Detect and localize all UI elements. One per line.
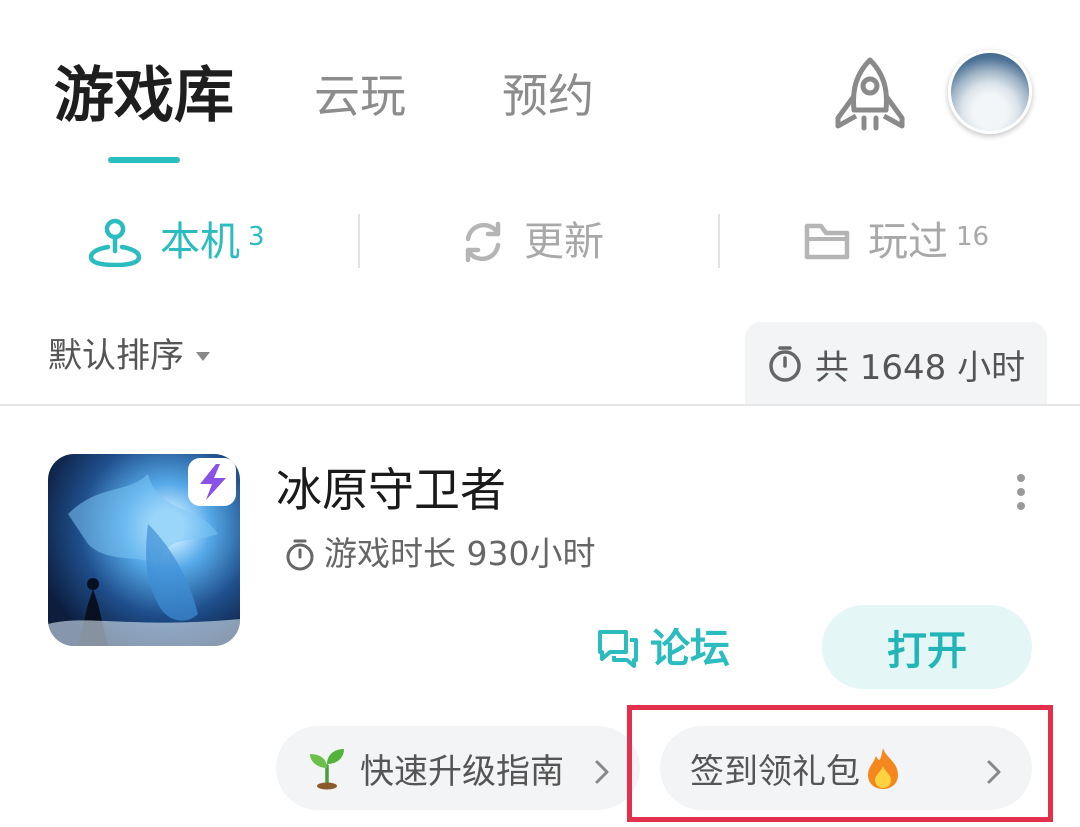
caret-down-icon <box>196 351 210 361</box>
forum-label: 论坛 <box>650 626 730 672</box>
game-icon[interactable] <box>48 454 240 646</box>
open-game-button[interactable]: 打开 <box>822 605 1032 689</box>
folder-icon <box>804 221 850 263</box>
divider <box>718 214 720 268</box>
chat-bubbles-icon <box>596 628 640 670</box>
filter-local[interactable]: 本机 3 <box>88 214 265 270</box>
chevron-right-icon <box>594 754 610 794</box>
refresh-icon <box>460 219 506 265</box>
total-playtime-label: 共 1648 小时 <box>814 347 1026 388</box>
filter-update[interactable]: 更新 <box>460 214 604 270</box>
tab-reservations[interactable]: 预约 <box>502 64 594 128</box>
divider <box>0 404 1080 406</box>
timer-icon <box>284 537 316 571</box>
active-tab-indicator <box>108 157 180 163</box>
chip-label: 快速升级指南 <box>360 751 564 792</box>
timer-icon <box>767 345 803 383</box>
avatar[interactable] <box>948 50 1032 134</box>
sprout-icon <box>306 746 348 790</box>
filter-played[interactable]: 玩过 16 <box>804 214 989 270</box>
total-playtime: 共 1648 小时 <box>745 322 1047 406</box>
joystick-pin-icon <box>88 217 142 268</box>
highlight-box <box>627 705 1053 822</box>
sort-dropdown[interactable]: 默认排序 <box>48 334 210 378</box>
sort-label: 默认排序 <box>48 336 184 376</box>
filter-local-count: 3 <box>248 222 265 252</box>
filter-played-count: 16 <box>956 222 990 252</box>
filter-update-label: 更新 <box>524 219 604 265</box>
tab-game-library[interactable]: 游戏库 <box>54 58 234 134</box>
forum-button[interactable]: 论坛 <box>596 622 730 676</box>
more-options-icon[interactable] <box>1008 472 1034 512</box>
filter-played-label: 玩过 <box>868 219 948 265</box>
game-title: 冰原守卫者 <box>276 463 506 517</box>
quick-level-guide-chip[interactable]: 快速升级指南 <box>276 726 640 810</box>
rocket-icon[interactable] <box>830 56 910 132</box>
filter-local-label: 本机 <box>160 219 240 265</box>
game-playtime: 游戏时长 930小时 <box>284 530 595 578</box>
game-playtime-label: 游戏时长 930小时 <box>324 534 596 573</box>
divider <box>358 214 360 268</box>
tab-cloud-play[interactable]: 云玩 <box>314 64 406 128</box>
